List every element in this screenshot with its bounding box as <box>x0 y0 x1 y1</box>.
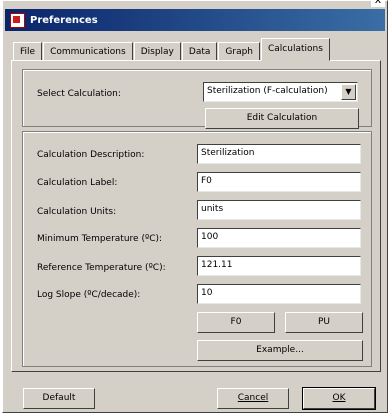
edit-calculation-button[interactable]: Edit Calculation <box>205 108 359 129</box>
example-button[interactable]: Example... <box>197 340 363 361</box>
units-label: Calculation Units: <box>37 207 117 217</box>
log-slope-field[interactable]: 10 <box>197 284 361 304</box>
tab-graph[interactable]: Graph <box>218 42 260 61</box>
ok-button[interactable]: OK <box>302 387 376 410</box>
select-calculation-dropdown[interactable]: Sterilization (F-calculation) ▼ <box>203 82 358 102</box>
title-bar[interactable]: Preferences <box>5 9 385 31</box>
calc-label-field[interactable]: F0 <box>197 172 361 192</box>
tab-bar: File Communications Display Data Graph C… <box>13 37 331 61</box>
select-calculation-group: Select Calculation: Sterilization (F-cal… <box>22 69 372 129</box>
units-field[interactable]: units <box>197 200 361 220</box>
ref-temp-label: Reference Temperature (ºC): <box>37 263 166 273</box>
close-icon[interactable]: x <box>371 0 385 7</box>
min-temp-label: Minimum Temperature (ºC): <box>37 234 163 244</box>
tab-display[interactable]: Display <box>133 42 181 61</box>
cancel-button[interactable]: Cancel <box>217 388 289 409</box>
description-label: Calculation Description: <box>37 150 145 160</box>
ok-button-label: OK <box>332 393 346 403</box>
window-title: Preferences <box>30 14 98 26</box>
cancel-button-label: Cancel <box>237 393 269 403</box>
f0-button[interactable]: F0 <box>197 312 275 333</box>
tab-communications[interactable]: Communications <box>43 42 133 61</box>
min-temp-field[interactable]: 100 <box>197 228 361 248</box>
calculation-details-group: Calculation Description: Sterilization C… <box>22 131 372 367</box>
preferences-dialog: Preferences x File Communications Displa… <box>2 0 388 413</box>
select-calculation-value: Sterilization (F-calculation) <box>207 86 328 96</box>
pu-button[interactable]: PU <box>285 312 363 333</box>
ref-temp-field[interactable]: 121.11 <box>197 256 361 276</box>
app-icon <box>10 12 25 28</box>
tab-data[interactable]: Data <box>181 42 218 61</box>
default-button[interactable]: Default <box>23 388 95 409</box>
calculations-panel: Select Calculation: Sterilization (F-cal… <box>11 60 381 372</box>
tab-file[interactable]: File <box>13 42 43 61</box>
select-calculation-label: Select Calculation: <box>37 89 121 99</box>
log-slope-label: Log Slope (ºC/decade): <box>37 290 141 300</box>
tab-calculations[interactable]: Calculations <box>261 38 330 61</box>
calc-label-label: Calculation Label: <box>37 178 118 188</box>
dropdown-arrow-icon[interactable]: ▼ <box>341 84 356 100</box>
description-field[interactable]: Sterilization <box>197 144 361 164</box>
